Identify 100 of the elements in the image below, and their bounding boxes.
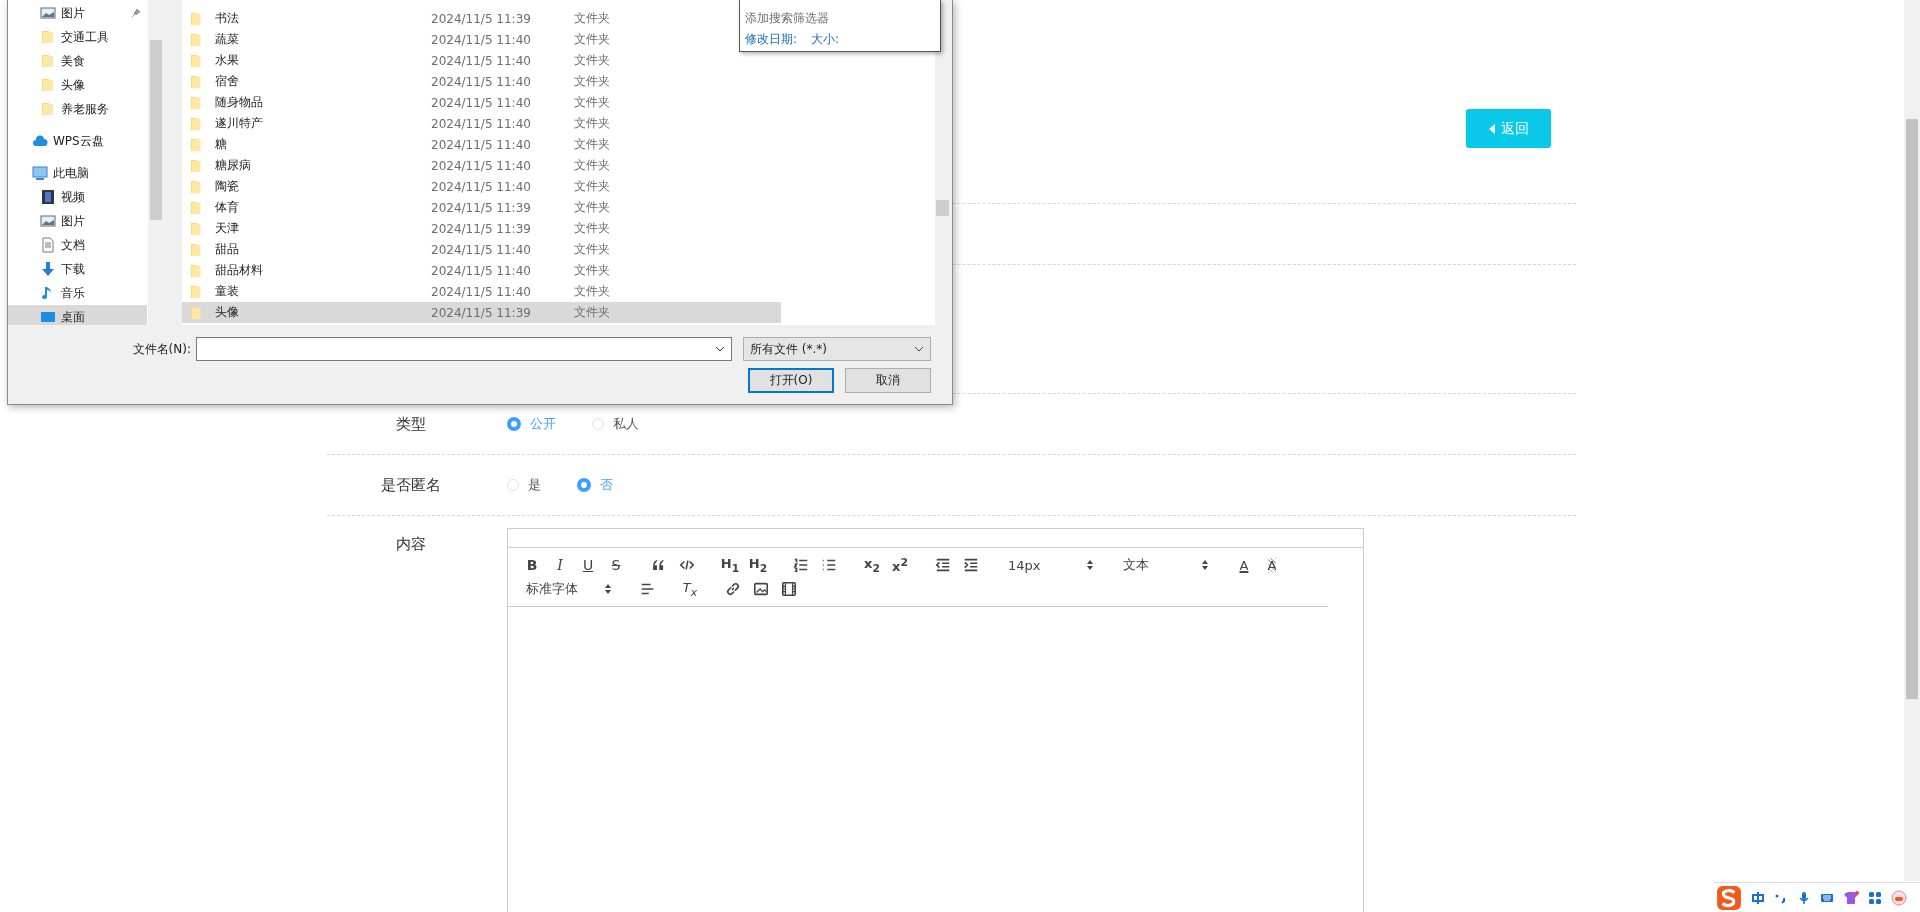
file-date: 2024/11/5 11:39 [431,200,532,215]
file-type: 文件夹 [574,31,610,48]
file-name: 头像 [215,304,240,321]
file-row[interactable]: 水果 2024/11/5 11:40 文件夹 [182,50,737,71]
file-row[interactable]: 体育 2024/11/5 11:39 文件夹 [182,197,737,218]
file-type: 文件夹 [574,157,610,174]
file-row[interactable]: 陶瓷 2024/11/5 11:40 文件夹 [182,176,737,197]
file-name: 天津 [215,220,240,237]
file-type: 文件夹 [574,136,610,153]
microphone-icon [1797,890,1811,905]
folder-icon [190,115,204,132]
file-type: 文件夹 [574,178,610,195]
nav-item[interactable]: 养老服务 [8,97,147,121]
file-row[interactable]: 糖 2024/11/5 11:40 文件夹 [182,134,737,155]
file-name: 童装 [215,283,240,300]
downloads-icon [40,261,56,277]
toolbar-select[interactable]: 文本 [1115,554,1215,576]
link-icon [725,581,741,597]
nav-item[interactable]: WPS云盘 [8,129,147,153]
folder-icon [190,283,204,300]
folder-icon [190,136,204,153]
nav-item[interactable]: 此电脑 [8,161,147,185]
folder-icon [190,31,204,48]
nav-item[interactable]: 头像 [8,73,147,97]
page-scrollbar[interactable] [1904,0,1920,881]
file-date: 2024/11/5 11:40 [431,263,532,278]
underline-button[interactable]: U [574,554,602,576]
filter-link[interactable]: 修改日期: [745,31,798,48]
file-row[interactable]: 遂川特产 2024/11/5 11:40 文件夹 [182,113,737,134]
background-button[interactable]: A [1258,554,1286,576]
scrollbar[interactable] [148,0,164,325]
radio-option[interactable]: 私人 [592,415,639,433]
file-row[interactable]: 蔬菜 2024/11/5 11:40 文件夹 [182,29,737,50]
nav-item[interactable]: 图片 [8,209,147,233]
folder-icon [190,262,204,279]
file-type: 文件夹 [574,241,610,258]
file-type-dropdown[interactable]: 所有文件 (*.*) [743,337,931,361]
script-button[interactable]: x$^{2}$ [886,554,914,576]
strike-button[interactable]: S [602,554,630,576]
documents-icon [40,237,56,253]
file-name: 随身物品 [215,94,264,111]
nav-item[interactable]: 图片 [8,1,147,25]
bold-button[interactable]: B [518,554,546,576]
file-row[interactable]: 宿舍 2024/11/5 11:40 文件夹 [182,71,737,92]
field-label: 内容 [395,535,427,554]
clean-button[interactable]: T$_{x}$ [676,578,704,600]
filter-link[interactable]: 大小: [811,31,840,48]
file-type: 文件夹 [574,220,610,237]
file-date: 2024/11/5 11:39 [431,221,532,236]
code-icon [679,557,695,573]
videos-icon [40,189,56,205]
script-button[interactable]: x$_{2}$ [858,554,886,576]
file-row[interactable]: 头像 2024/11/5 11:39 文件夹 [182,302,781,323]
file-type: 文件夹 [574,199,610,216]
file-row[interactable]: 甜品 2024/11/5 11:40 文件夹 [182,239,737,260]
file-name: 糖 [215,136,228,153]
file-row[interactable]: 书法 2024/11/5 11:39 文件夹 [182,8,737,29]
updown-icon [604,583,612,595]
italic-button[interactable]: I [546,554,574,576]
file-row[interactable]: 天津 2024/11/5 11:39 文件夹 [182,218,737,239]
file-date: 2024/11/5 11:40 [431,116,532,131]
nav-item[interactable]: 桌面 [8,305,147,325]
file-name: 甜品材料 [215,262,264,279]
file-row[interactable]: 甜品材料 2024/11/5 11:40 文件夹 [182,260,737,281]
file-type: 文件夹 [574,262,610,279]
toolbar-select[interactable]: 标准字体 [518,578,618,600]
nav-item[interactable]: 下载 [8,257,147,281]
file-type: 文件夹 [574,115,610,132]
popup-hint: 添加搜索筛选器 [745,10,830,27]
video-icon [781,581,797,597]
scrollbar[interactable] [935,0,950,325]
nav-item[interactable]: 文档 [8,233,147,257]
file-row[interactable]: 糖尿病 2024/11/5 11:40 文件夹 [182,155,737,176]
header-button[interactable]: H$_{2}$ [744,554,772,576]
nav-item[interactable]: 音乐 [8,281,147,305]
file-name: 陶瓷 [215,178,240,195]
file-date: 2024/11/5 11:40 [431,158,532,173]
file-type: 文件夹 [574,52,610,69]
field-label: 类型 [395,414,427,434]
open-button[interactable]: 打开(O) [748,368,834,393]
folder-icon [40,77,56,93]
file-date: 2024/11/5 11:40 [431,179,532,194]
file-row[interactable]: 随身物品 2024/11/5 11:40 文件夹 [182,92,737,113]
file-name: 糖尿病 [215,157,252,174]
nav-item[interactable]: 美食 [8,49,147,73]
outdent-icon [935,557,951,573]
nav-item[interactable]: 视频 [8,185,147,209]
folder-icon [40,29,56,45]
file-name-field[interactable] [196,337,732,361]
file-row[interactable]: 童装 2024/11/5 11:40 文件夹 [182,281,737,302]
nav-item[interactable]: 交通工具 [8,25,147,49]
file-name: 书法 [215,10,240,27]
header-button[interactable]: H$_{1}$ [716,554,744,576]
file-name: 水果 [215,52,240,69]
cancel-button[interactable]: 取消 [845,368,931,393]
folder-icon [190,241,204,258]
toolbar-select[interactable]: 14px [1000,554,1100,576]
color-button[interactable]: A [1230,554,1258,576]
folder-icon [190,220,204,237]
radio-option[interactable]: 是 [507,476,541,494]
